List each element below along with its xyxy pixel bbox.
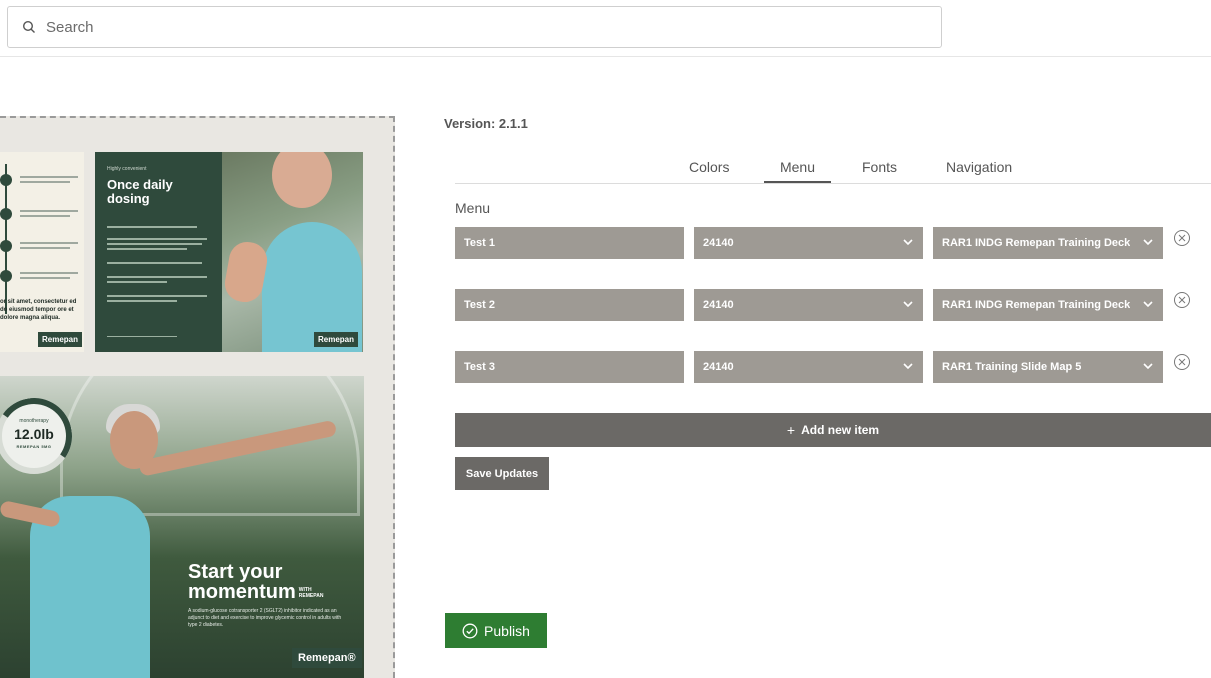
menu-section-label: Menu bbox=[455, 200, 491, 216]
plus-icon: + bbox=[786, 422, 796, 438]
preview-headline: Start your momentum WITH REMEPAN bbox=[188, 562, 329, 602]
tab-fonts[interactable]: Fonts bbox=[862, 159, 897, 183]
preview-card-left: or sit amet, consectetur ed do eiusmod t… bbox=[0, 152, 84, 352]
menu-item-target-select[interactable]: RAR1 Training Slide Map 5 bbox=[933, 351, 1163, 383]
chevron-down-icon bbox=[903, 239, 913, 246]
headline-with: WITH REMEPAN bbox=[298, 586, 324, 599]
preview-card-mid-logo: Remepan bbox=[314, 332, 359, 347]
menu-item-row: Test 3 24140 RAR1 Training Slide Map 5 bbox=[455, 351, 1211, 383]
preview-card-left-text: or sit amet, consectetur ed do eiusmod t… bbox=[0, 299, 77, 321]
menu-item-id-select[interactable]: 24140 bbox=[694, 351, 923, 383]
menu-item-id-select[interactable]: 24140 bbox=[694, 289, 923, 321]
remove-item-icon[interactable] bbox=[1173, 229, 1191, 247]
add-new-item-button[interactable]: + Add new item bbox=[455, 413, 1211, 447]
headline-line2: momentum WITH REMEPAN bbox=[188, 582, 329, 602]
gauge-top-label: monotherapy bbox=[19, 418, 49, 424]
tab-bar: Colors Menu Fonts Navigation bbox=[455, 153, 1211, 184]
remove-item-icon[interactable] bbox=[1173, 291, 1191, 309]
save-updates-button[interactable]: Save Updates bbox=[455, 457, 549, 490]
menu-item-id-select[interactable]: 24140 bbox=[694, 227, 923, 259]
check-circle-icon bbox=[462, 623, 478, 638]
menu-item-name-field[interactable]: Test 3 bbox=[455, 351, 684, 383]
chevron-down-icon bbox=[1143, 301, 1153, 308]
chevron-down-icon bbox=[1143, 239, 1153, 246]
menu-item-target-select[interactable]: RAR1 INDG Remepan Training Deck bbox=[933, 227, 1163, 259]
tab-colors[interactable]: Colors bbox=[689, 159, 729, 183]
search-icon bbox=[22, 20, 35, 33]
preview-card-left-logo: Remepan bbox=[38, 332, 83, 347]
gauge-bottom-label: REMEPAN 5MG bbox=[16, 444, 52, 449]
headline-line1: Start your bbox=[188, 561, 283, 583]
slide-preview[interactable]: or sit amet, consectetur ed do eiusmod t… bbox=[0, 116, 395, 678]
preview-brand-logo: Remepan® bbox=[292, 648, 362, 668]
preview-subtext: A sodium-glucose cotransporter 2 (SGLT2)… bbox=[188, 608, 342, 628]
remove-item-icon[interactable] bbox=[1173, 353, 1191, 371]
preview-photo-yoga: Remepan bbox=[222, 152, 363, 352]
gauge-value: 12.0lb bbox=[14, 426, 54, 442]
search-input[interactable] bbox=[46, 18, 906, 36]
chevron-down-icon bbox=[903, 301, 913, 308]
menu-item-name-field[interactable]: Test 2 bbox=[455, 289, 684, 321]
preview-gauge: monotherapy 12.0lb REMEPAN 5MG bbox=[0, 391, 79, 481]
menu-item-row: Test 2 24140 RAR1 INDG Remepan Training … bbox=[455, 289, 1211, 321]
preview-card-mid-heading: Once daily dosing bbox=[107, 177, 173, 206]
tab-navigation[interactable]: Navigation bbox=[946, 159, 1012, 183]
tab-menu[interactable]: Menu bbox=[764, 159, 831, 183]
chevron-down-icon bbox=[1143, 363, 1153, 370]
preview-card-mid-kicker: Highly convenient bbox=[107, 166, 147, 172]
menu-item-target-select[interactable]: RAR1 INDG Remepan Training Deck bbox=[933, 289, 1163, 321]
preview-card-mid: Highly convenient Once daily dosing bbox=[95, 152, 222, 352]
top-bar bbox=[0, 0, 1211, 57]
publish-label: Publish bbox=[484, 622, 530, 639]
publish-button[interactable]: Publish bbox=[445, 613, 547, 648]
search-box[interactable] bbox=[7, 6, 942, 48]
chevron-down-icon bbox=[903, 363, 913, 370]
menu-item-row: Test 1 24140 RAR1 INDG Remepan Training … bbox=[455, 227, 1211, 259]
preview-card-main: monotherapy 12.0lb REMEPAN 5MG Start you… bbox=[0, 376, 364, 678]
menu-item-name-field[interactable]: Test 1 bbox=[455, 227, 684, 259]
add-new-item-label: Add new item bbox=[801, 423, 880, 437]
version-label: Version: 2.1.1 bbox=[444, 116, 528, 131]
